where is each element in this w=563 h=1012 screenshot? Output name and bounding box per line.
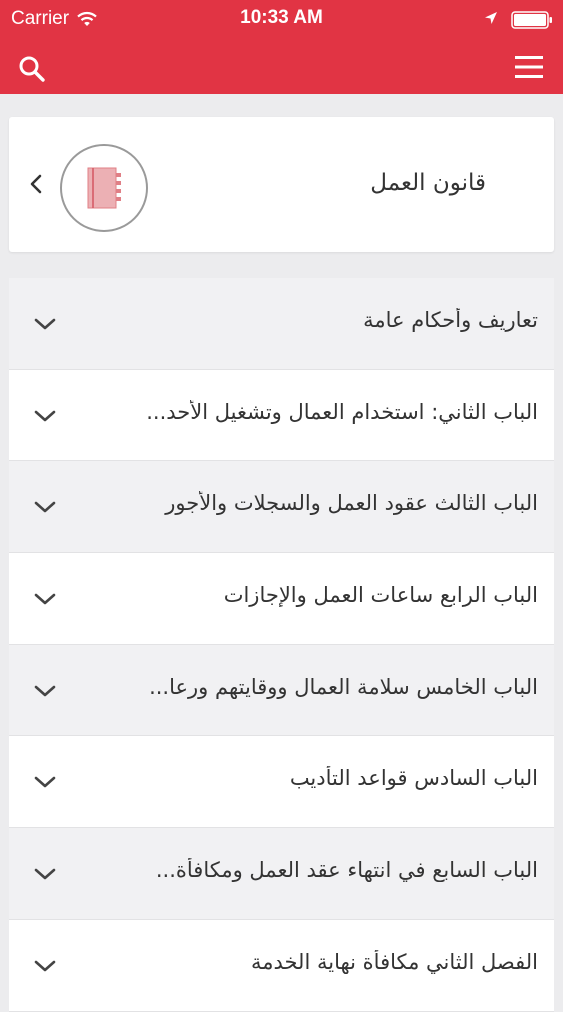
chapter-title: الباب الثالث عقود العمل والسجلات والأجور	[165, 491, 538, 516]
chapter-row[interactable]: الباب الثاني: استخدام العمال وتشغيل الأح…	[9, 369, 554, 462]
chapter-row[interactable]: الباب الرابع ساعات العمل والإجازات	[9, 553, 554, 645]
status-time: 10:33 AM	[240, 7, 323, 28]
chevron-down-icon[interactable]	[33, 866, 57, 882]
chapter-row[interactable]: الباب السابع في انتهاء عقد العمل ومكافأة…	[9, 828, 554, 920]
chapter-title: تعاريف وأحكام عامة	[363, 308, 538, 332]
chapter-title: الباب الرابع ساعات العمل والإجازات	[223, 583, 538, 608]
chapter-row[interactable]: الباب السادس قواعد التأديب	[9, 736, 554, 829]
chevron-down-icon[interactable]	[33, 408, 57, 424]
chevron-down-icon[interactable]	[33, 499, 57, 515]
chevron-down-icon[interactable]	[33, 591, 57, 607]
book-icon	[87, 167, 121, 209]
app-header: Carrier 10:33 AM	[0, 0, 563, 94]
chapter-row[interactable]: تعاريف وأحكام عامة	[9, 278, 554, 370]
book-badge	[60, 144, 148, 232]
chevron-down-icon[interactable]	[33, 958, 57, 974]
location-arrow-icon	[484, 11, 498, 25]
chevron-down-icon[interactable]	[33, 774, 57, 790]
chapter-row[interactable]: الباب الخامس سلامة العمال ووقايتهم ورعا.…	[9, 644, 554, 737]
chevron-down-icon[interactable]	[33, 683, 57, 699]
navigation-bar	[0, 40, 563, 94]
menu-icon[interactable]	[514, 54, 544, 80]
chapter-row[interactable]: الباب الثالث عقود العمل والسجلات والأجور	[9, 461, 554, 554]
chapter-title: الباب السابع في انتهاء عقد العمل ومكافأة…	[155, 858, 538, 883]
law-title: قانون العمل	[370, 170, 486, 196]
chapter-title: الباب السادس قواعد التأديب	[289, 766, 538, 791]
chapter-title: الفصل الثاني مكافأة نهاية الخدمة	[250, 949, 538, 974]
status-bar: Carrier 10:33 AM	[0, 0, 563, 40]
chapter-title: الباب الثاني: استخدام العمال وتشغيل الأح…	[146, 399, 538, 424]
law-card[interactable]: قانون العمل	[9, 117, 554, 252]
chapter-row[interactable]: الفصل الثاني مكافأة نهاية الخدمة	[9, 919, 554, 1012]
battery-icon	[511, 11, 553, 29]
search-icon[interactable]	[18, 55, 46, 83]
chapter-title: الباب الخامس سلامة العمال ووقايتهم ورعا.…	[149, 674, 538, 699]
chevron-left-icon[interactable]	[28, 173, 44, 195]
chevron-down-icon[interactable]	[33, 316, 57, 332]
chapter-list: تعاريف وأحكام عامة الباب الثاني: استخدام…	[9, 278, 554, 1012]
